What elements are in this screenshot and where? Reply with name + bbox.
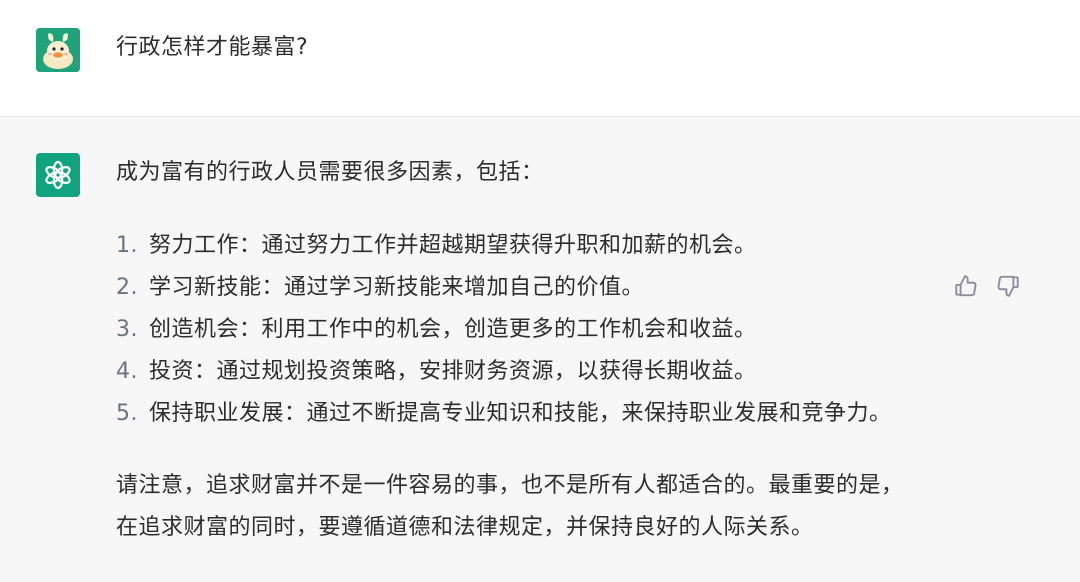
list-item: 2. 学习新技能：通过学习新技能来增加自己的价值。 — [116, 267, 936, 309]
list-item-number: 5. — [116, 401, 138, 426]
assistant-avatar — [36, 153, 80, 197]
list-item-text: 投资：通过规划投资策略，安排财务资源，以获得长期收益。 — [149, 359, 757, 384]
list-item-text: 创造机会：利用工作中的机会，创造更多的工作机会和收益。 — [149, 317, 757, 342]
user-message-row: 行政怎样才能暴富? — [0, 0, 1080, 117]
reply-closing: 请注意，追求财富并不是一件容易的事，也不是所有人都适合的。最重要的是，在追求财富… — [116, 473, 904, 540]
reply-list: 1. 努力工作：通过努力工作并超越期望获得升职和加薪的机会。 2. 学习新技能：… — [116, 225, 936, 435]
list-item-text: 努力工作：通过努力工作并超越期望获得升职和加薪的机会。 — [149, 233, 757, 258]
thumbs-up-icon[interactable] — [953, 273, 979, 299]
user-message-text: 行政怎样才能暴富? — [116, 35, 309, 60]
list-item-number: 2. — [116, 275, 138, 300]
list-item-number: 3. — [116, 317, 138, 342]
assistant-message-row: 成为富有的行政人员需要很多因素，包括： 1. 努力工作：通过努力工作并超越期望获… — [0, 117, 1080, 582]
thumbs-down-icon[interactable] — [995, 273, 1021, 299]
list-item-text: 学习新技能：通过学习新技能来增加自己的价值。 — [149, 275, 645, 300]
user-avatar — [36, 28, 80, 72]
reply-intro: 成为富有的行政人员需要很多因素，包括： — [116, 160, 544, 185]
list-item: 4. 投资：通过规划投资策略，安排财务资源，以获得长期收益。 — [116, 351, 936, 393]
duck-avatar-icon — [36, 28, 80, 72]
list-item: 1. 努力工作：通过努力工作并超越期望获得升职和加薪的机会。 — [116, 225, 936, 267]
assistant-message-content: 成为富有的行政人员需要很多因素，包括： 1. 努力工作：通过努力工作并超越期望获… — [116, 155, 936, 549]
list-item: 5. 保持职业发展：通过不断提高专业知识和技能，来保持职业发展和竞争力。 — [116, 393, 936, 435]
list-item-number: 4. — [116, 359, 138, 384]
list-item: 3. 创造机会：利用工作中的机会，创造更多的工作机会和收益。 — [116, 309, 936, 351]
list-item-text: 保持职业发展：通过不断提高专业知识和技能，来保持职业发展和竞争力。 — [149, 401, 892, 426]
list-item-number: 1. — [116, 233, 138, 258]
openai-logo-icon — [45, 160, 71, 190]
